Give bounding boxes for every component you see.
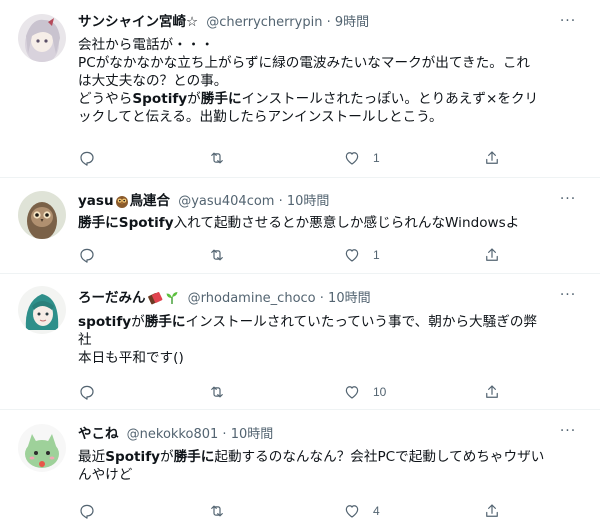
text-line: 本日も平和です() bbox=[78, 350, 184, 366]
tweet-1[interactable]: サンシャイン宮崎☆ @cherrycherrypin · 9時間 ··· 会社か… bbox=[0, 0, 600, 178]
retweet-icon bbox=[211, 386, 223, 398]
share-button[interactable] bbox=[483, 245, 501, 265]
retweet-icon bbox=[211, 152, 223, 164]
reply-button[interactable] bbox=[78, 148, 96, 168]
tweet-text: 会社から電話が・・・ PCがなかなかな立ち上がらずに緑の電波みたいなマークが出て… bbox=[78, 36, 574, 126]
reply-button[interactable] bbox=[78, 501, 96, 521]
separator: · bbox=[326, 15, 331, 30]
text-line: spotifyが勝手にインストールされていたっていう事で、朝から大騒ぎの弊 bbox=[78, 314, 538, 330]
tweet-header: ろーだみん @rhodamine_choco · 10時間 bbox=[78, 288, 570, 308]
like-button[interactable]: 1 bbox=[343, 245, 380, 265]
tweet-header: yasu 鳥連合 @yasu404com · 10時間 bbox=[78, 191, 570, 211]
avatar[interactable] bbox=[18, 286, 66, 334]
display-name[interactable]: yasu 鳥連合 bbox=[78, 193, 170, 209]
tweet-4[interactable]: やこね @nekokko801 · 10時間 ··· 最近Spotifyが勝手に… bbox=[0, 410, 600, 532]
retweet-button[interactable] bbox=[208, 501, 226, 521]
reply-icon bbox=[80, 248, 94, 263]
tweet-header: やこね @nekokko801 · 10時間 bbox=[78, 424, 570, 444]
tweet-3[interactable]: ろーだみん @rhodamine_choco · 10時間 ··· spotif… bbox=[0, 274, 600, 410]
text-line: 勝手にSpotify入れて起動させるとか悪意しか感じられんなWindowsよ bbox=[78, 215, 520, 231]
reply-button[interactable] bbox=[78, 382, 96, 402]
more-icon[interactable]: ··· bbox=[558, 192, 578, 212]
like-count: 4 bbox=[373, 504, 380, 518]
retweet-button[interactable] bbox=[208, 382, 226, 402]
more-icon[interactable]: ··· bbox=[558, 288, 578, 308]
share-icon bbox=[486, 248, 498, 261]
separator: · bbox=[319, 291, 324, 306]
timestamp[interactable]: 10時間 bbox=[231, 427, 274, 442]
reply-button[interactable] bbox=[78, 245, 96, 265]
avatar[interactable] bbox=[18, 424, 66, 472]
more-icon[interactable]: ··· bbox=[558, 424, 578, 444]
text-line: どうやらSpotifyが勝手にインストールされたっぽい。とりあえず×をクリ bbox=[78, 91, 539, 107]
tweet-text: 最近Spotifyが勝手に起動するのなんなん？会社PCで起動してめちゃウザい ん… bbox=[78, 448, 574, 484]
reply-icon bbox=[80, 151, 94, 166]
like-count: 1 bbox=[373, 248, 380, 262]
more-icon[interactable]: ··· bbox=[558, 14, 578, 34]
like-button[interactable]: 4 bbox=[343, 501, 380, 521]
avatar[interactable] bbox=[18, 14, 66, 62]
retweet-icon bbox=[211, 505, 223, 517]
user-handle[interactable]: @rhodamine_choco bbox=[188, 291, 316, 306]
user-handle[interactable]: @nekokko801 bbox=[127, 427, 219, 442]
owl-emoji-icon bbox=[115, 194, 129, 211]
like-icon bbox=[345, 386, 359, 399]
share-button[interactable] bbox=[483, 148, 501, 168]
reply-icon bbox=[80, 385, 94, 400]
display-name[interactable]: やこね bbox=[78, 426, 119, 442]
retweet-button[interactable] bbox=[208, 148, 226, 168]
like-button[interactable]: 1 bbox=[343, 148, 380, 168]
display-name[interactable]: サンシャイン宮崎☆ bbox=[78, 14, 198, 30]
user-handle[interactable]: @cherrycherrypin bbox=[206, 15, 322, 30]
like-count: 10 bbox=[373, 385, 387, 399]
timestamp[interactable]: 9時間 bbox=[335, 15, 369, 30]
tweet-actions: 1 bbox=[78, 245, 498, 265]
tweet-header: サンシャイン宮崎☆ @cherrycherrypin · 9時間 bbox=[78, 12, 570, 32]
like-button[interactable]: 10 bbox=[343, 382, 386, 402]
text-line: 会社から電話が・・・ bbox=[78, 37, 214, 53]
like-icon bbox=[345, 152, 359, 165]
share-icon bbox=[486, 504, 498, 517]
retweet-button[interactable] bbox=[208, 245, 226, 265]
tweet-text: 勝手にSpotify入れて起動させるとか悪意しか感じられんなWindowsよ bbox=[78, 214, 574, 232]
tweet-2[interactable]: yasu 鳥連合 @yasu404com · 10時間 ··· 勝手にSpotif… bbox=[0, 178, 600, 274]
like-icon bbox=[345, 249, 359, 262]
share-icon bbox=[486, 151, 498, 164]
display-name[interactable]: ろーだみん bbox=[78, 290, 180, 306]
text-line: ックしてと伝える。出勤したらアンインストールしとこう。 bbox=[78, 109, 443, 125]
avatar[interactable] bbox=[18, 191, 66, 239]
text-line: 最近Spotifyが勝手に起動するのなんなん？会社PCで起動してめちゃウザい bbox=[78, 449, 545, 465]
timestamp[interactable]: 10時間 bbox=[287, 194, 330, 209]
chocolate-emoji-icon bbox=[147, 291, 163, 308]
like-icon bbox=[345, 505, 359, 518]
reply-icon bbox=[80, 504, 94, 519]
separator: · bbox=[278, 194, 283, 209]
tweet-text: spotifyが勝手にインストールされていたっていう事で、朝から大騒ぎの弊 社 … bbox=[78, 313, 574, 367]
tweet-actions: 1 bbox=[78, 148, 498, 168]
separator: · bbox=[222, 427, 227, 442]
text-line: 社 bbox=[78, 332, 92, 348]
tweet-actions: 10 bbox=[78, 382, 498, 402]
timestamp[interactable]: 10時間 bbox=[328, 291, 371, 306]
text-line: は大丈夫なの？との事。 bbox=[78, 73, 228, 89]
text-line: PCがなかなかな立ち上がらずに緑の電波みたいなマークが出てきた。これ bbox=[78, 55, 531, 71]
tweet-actions: 4 bbox=[78, 501, 498, 521]
share-button[interactable] bbox=[483, 382, 501, 402]
user-handle[interactable]: @yasu404com bbox=[178, 194, 274, 209]
retweet-icon bbox=[211, 249, 223, 261]
seedling-emoji-icon bbox=[165, 291, 179, 308]
share-button[interactable] bbox=[483, 501, 501, 521]
text-line: んやけど bbox=[78, 467, 133, 483]
share-icon bbox=[486, 385, 498, 398]
like-count: 1 bbox=[373, 151, 380, 165]
